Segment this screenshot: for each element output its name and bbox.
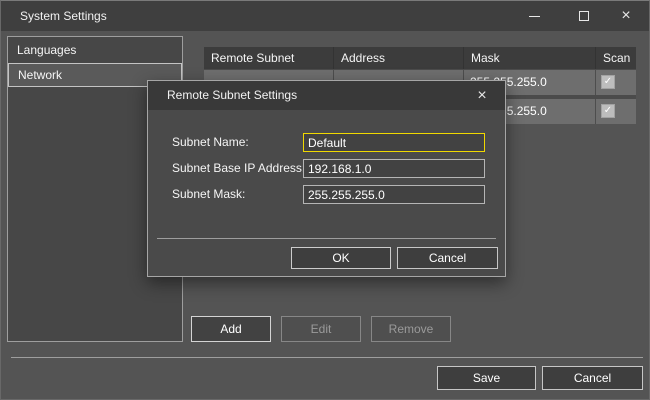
dialog-title: Remote Subnet Settings [167, 81, 297, 110]
cell-scan: ✓ [596, 99, 636, 124]
add-button[interactable]: Add [191, 316, 271, 342]
subnet-base-ip-label: Subnet Base IP Address: [172, 159, 305, 178]
footer-cancel-button[interactable]: Cancel [542, 366, 643, 390]
check-icon: ✓ [604, 77, 612, 87]
dialog-cancel-button[interactable]: Cancel [397, 247, 498, 269]
close-icon: × [477, 87, 486, 105]
column-header-mask[interactable]: Mask [464, 47, 596, 69]
dialog-titlebar: Remote Subnet Settings × [148, 81, 505, 110]
minimize-icon [529, 16, 540, 17]
check-icon: ✓ [604, 106, 612, 116]
cell-scan: ✓ [596, 70, 636, 95]
window-title: System Settings [20, 1, 107, 31]
ok-button[interactable]: OK [291, 247, 391, 269]
remote-subnet-table-header: Remote Subnet Address Mask Scan [204, 47, 636, 69]
column-header-scan[interactable]: Scan [596, 47, 636, 69]
sidebar-item-label: Network [18, 68, 62, 82]
sidebar-item-languages[interactable]: Languages [8, 37, 182, 63]
subnet-name-input[interactable] [303, 133, 485, 152]
dialog-close-button[interactable]: × [469, 84, 495, 107]
subnet-mask-input[interactable] [303, 185, 485, 204]
footer-divider [11, 357, 643, 358]
minimize-button[interactable] [517, 5, 551, 27]
save-button[interactable]: Save [437, 366, 536, 390]
subnet-base-ip-input[interactable] [303, 159, 485, 178]
close-icon: × [621, 8, 630, 24]
remove-button[interactable]: Remove [371, 316, 451, 342]
subnet-name-label: Subnet Name: [172, 133, 249, 152]
maximize-button[interactable] [567, 5, 601, 27]
subnet-mask-label: Subnet Mask: [172, 185, 245, 204]
dialog-divider [157, 238, 496, 239]
window-titlebar: System Settings × [1, 1, 649, 31]
sidebar-item-label: Languages [17, 43, 76, 57]
system-settings-window: System Settings × Languages Network Remo… [0, 0, 650, 400]
column-header-address[interactable]: Address [334, 47, 464, 69]
scan-checkbox[interactable]: ✓ [601, 75, 615, 89]
edit-button[interactable]: Edit [281, 316, 361, 342]
close-button[interactable]: × [609, 5, 643, 27]
remote-subnet-settings-dialog: Remote Subnet Settings × Subnet Name: Su… [147, 80, 506, 277]
maximize-icon [579, 11, 589, 21]
scan-checkbox[interactable]: ✓ [601, 104, 615, 118]
column-header-remote-subnet[interactable]: Remote Subnet [204, 47, 334, 69]
